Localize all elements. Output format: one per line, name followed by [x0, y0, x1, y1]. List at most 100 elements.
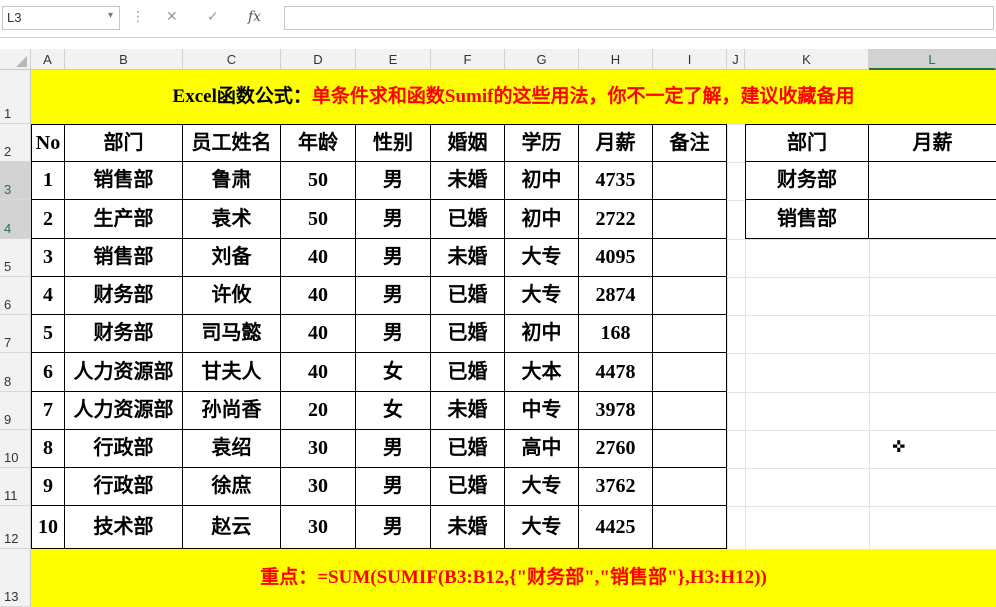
table-header-cell[interactable]: 性别 [356, 124, 431, 162]
table-cell[interactable]: 高中 [505, 430, 579, 468]
column-header-k[interactable]: K [745, 49, 869, 70]
table-cell[interactable]: 2874 [579, 277, 653, 315]
side-table-cell[interactable]: 销售部 [745, 200, 869, 239]
table-cell[interactable]: 已婚 [431, 468, 505, 506]
table-cell[interactable]: 大专 [505, 277, 579, 315]
table-header-cell[interactable]: 学历 [505, 124, 579, 162]
table-cell[interactable]: 未婚 [431, 162, 505, 200]
table-cell[interactable]: 赵云 [183, 506, 281, 549]
side-table-cell[interactable] [869, 162, 996, 200]
table-cell[interactable] [653, 392, 727, 430]
column-header-b[interactable]: B [65, 49, 183, 70]
column-header-i[interactable]: I [653, 49, 727, 70]
table-cell[interactable]: 已婚 [431, 277, 505, 315]
table-cell[interactable]: 男 [356, 506, 431, 549]
row-header-8[interactable]: 8 [0, 353, 31, 392]
table-cell[interactable]: 销售部 [65, 239, 183, 277]
table-cell[interactable]: 未婚 [431, 239, 505, 277]
column-header-d[interactable]: D [281, 49, 356, 70]
table-cell[interactable]: 财务部 [65, 277, 183, 315]
table-cell[interactable]: 2760 [579, 430, 653, 468]
table-cell[interactable]: 4735 [579, 162, 653, 200]
table-cell[interactable]: 1 [31, 162, 65, 200]
formula-note-banner[interactable]: 重点：=SUM(SUMIF(B3:B12,{"财务部","销售部"},H3:H1… [31, 549, 996, 607]
side-table-header-cell[interactable]: 部门 [745, 124, 869, 162]
table-cell[interactable]: 50 [281, 162, 356, 200]
table-cell[interactable]: 鲁肃 [183, 162, 281, 200]
table-header-cell[interactable]: 月薪 [579, 124, 653, 162]
table-cell[interactable]: 4095 [579, 239, 653, 277]
column-header-j[interactable]: J [727, 49, 745, 70]
table-header-cell[interactable]: 员工姓名 [183, 124, 281, 162]
title-banner[interactable]: Excel函数公式：单条件求和函数Sumif的这些用法，你不一定了解，建议收藏备… [31, 70, 996, 124]
table-cell[interactable]: 孙尚香 [183, 392, 281, 430]
row-header-2[interactable]: 2 [0, 124, 31, 162]
table-cell[interactable]: 男 [356, 430, 431, 468]
table-cell[interactable] [653, 239, 727, 277]
table-cell[interactable]: 袁术 [183, 200, 281, 239]
table-cell[interactable]: 销售部 [65, 162, 183, 200]
table-cell[interactable]: 初中 [505, 315, 579, 353]
row-header-6[interactable]: 6 [0, 277, 31, 315]
table-cell[interactable]: 40 [281, 277, 356, 315]
table-cell[interactable]: 3978 [579, 392, 653, 430]
table-cell[interactable]: 初中 [505, 162, 579, 200]
row-header-9[interactable]: 9 [0, 392, 31, 430]
table-cell[interactable]: 30 [281, 430, 356, 468]
table-cell[interactable]: 袁绍 [183, 430, 281, 468]
table-cell[interactable] [653, 162, 727, 200]
table-header-cell[interactable]: 年龄 [281, 124, 356, 162]
table-cell[interactable]: 大本 [505, 353, 579, 392]
column-header-a[interactable]: A [31, 49, 65, 70]
table-cell[interactable]: 4 [31, 277, 65, 315]
table-cell[interactable] [653, 353, 727, 392]
table-cell[interactable]: 20 [281, 392, 356, 430]
column-header-g[interactable]: G [505, 49, 579, 70]
table-cell[interactable]: 男 [356, 277, 431, 315]
name-box[interactable]: L3 ▾ [2, 6, 120, 30]
table-cell[interactable]: 男 [356, 315, 431, 353]
row-header-11[interactable]: 11 [0, 468, 31, 506]
table-cell[interactable]: 40 [281, 315, 356, 353]
table-cell[interactable]: 未婚 [431, 506, 505, 549]
table-cell[interactable]: 已婚 [431, 353, 505, 392]
table-cell[interactable] [653, 277, 727, 315]
table-cell[interactable]: 7 [31, 392, 65, 430]
select-all-button[interactable] [0, 49, 31, 70]
table-cell[interactable]: 已婚 [431, 200, 505, 239]
table-cell[interactable]: 男 [356, 468, 431, 506]
table-cell[interactable]: 50 [281, 200, 356, 239]
table-cell[interactable]: 已婚 [431, 430, 505, 468]
table-cell[interactable]: 行政部 [65, 430, 183, 468]
table-cell[interactable]: 女 [356, 353, 431, 392]
table-cell[interactable]: 8 [31, 430, 65, 468]
table-cell[interactable]: 人力资源部 [65, 353, 183, 392]
table-cell[interactable]: 10 [31, 506, 65, 549]
worksheet-grid[interactable]: Excel函数公式：单条件求和函数Sumif的这些用法，你不一定了解，建议收藏备… [31, 70, 996, 607]
table-cell[interactable]: 男 [356, 239, 431, 277]
table-cell[interactable]: 5 [31, 315, 65, 353]
column-header-l[interactable]: L [869, 49, 996, 70]
table-cell[interactable]: 行政部 [65, 468, 183, 506]
table-cell[interactable]: 大专 [505, 506, 579, 549]
table-cell[interactable]: 初中 [505, 200, 579, 239]
table-cell[interactable]: 女 [356, 392, 431, 430]
table-cell[interactable]: 大专 [505, 239, 579, 277]
table-cell[interactable]: 许攸 [183, 277, 281, 315]
row-header-12[interactable]: 12 [0, 506, 31, 549]
table-header-cell[interactable]: 部门 [65, 124, 183, 162]
table-cell[interactable]: 4425 [579, 506, 653, 549]
row-header-5[interactable]: 5 [0, 239, 31, 277]
table-cell[interactable]: 生产部 [65, 200, 183, 239]
side-table-header-cell[interactable]: 月薪 [869, 124, 996, 162]
table-cell[interactable]: 男 [356, 162, 431, 200]
chevron-down-icon[interactable]: ▾ [108, 10, 113, 21]
table-cell[interactable] [653, 200, 727, 239]
side-table-cell[interactable] [869, 200, 996, 239]
table-cell[interactable]: 徐庶 [183, 468, 281, 506]
table-cell[interactable]: 财务部 [65, 315, 183, 353]
table-cell[interactable]: 9 [31, 468, 65, 506]
table-cell[interactable]: 甘夫人 [183, 353, 281, 392]
cancel-icon[interactable]: ✕ [166, 9, 178, 25]
table-cell[interactable]: 未婚 [431, 392, 505, 430]
